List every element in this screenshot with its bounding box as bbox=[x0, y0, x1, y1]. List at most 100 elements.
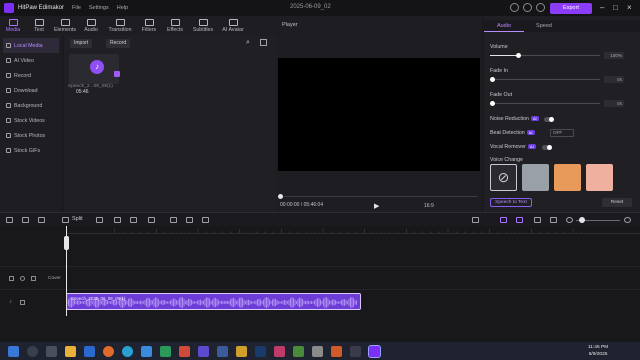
tab-elements[interactable]: Elements bbox=[52, 16, 78, 36]
record-button[interactable]: Record bbox=[106, 39, 131, 48]
volume-knob[interactable] bbox=[515, 53, 521, 58]
split-label[interactable]: Split bbox=[72, 216, 83, 222]
fade-out-value[interactable]: 0s bbox=[604, 100, 624, 107]
sidebar-item-stock-photos[interactable]: Stock Photos bbox=[3, 128, 59, 143]
store-icon[interactable] bbox=[141, 345, 152, 357]
marker-icon[interactable] bbox=[186, 217, 193, 223]
firefox-icon[interactable] bbox=[103, 345, 114, 357]
search-icon[interactable]: ⌕ bbox=[246, 39, 250, 47]
audio-track-mute-icon[interactable] bbox=[20, 300, 25, 305]
edimakor-taskbar-icon[interactable] bbox=[368, 344, 381, 358]
start-icon[interactable] bbox=[8, 345, 19, 357]
undo-icon[interactable] bbox=[6, 217, 13, 223]
player-progress-handle[interactable] bbox=[278, 194, 283, 199]
tab-audio[interactable]: Audio bbox=[78, 16, 104, 36]
close-icon[interactable]: × bbox=[627, 3, 632, 12]
tab-speed[interactable]: Speed bbox=[524, 20, 564, 32]
app-icon-1[interactable] bbox=[160, 345, 171, 357]
media-item[interactable]: ♪ 05:46 bbox=[69, 54, 120, 95]
track-icon[interactable] bbox=[534, 217, 541, 223]
fade-out-slider[interactable] bbox=[490, 101, 600, 106]
redo-icon[interactable] bbox=[22, 217, 29, 223]
playhead-handle[interactable] bbox=[64, 236, 69, 250]
import-button[interactable]: Import bbox=[70, 39, 93, 48]
cover-label[interactable]: Cover bbox=[48, 276, 61, 281]
zoom-in-icon[interactable] bbox=[624, 217, 631, 223]
play-icon[interactable]: ▶ bbox=[374, 202, 379, 210]
fit-icon[interactable] bbox=[550, 217, 557, 223]
minimize-icon[interactable]: – bbox=[600, 3, 604, 12]
link-icon[interactable] bbox=[516, 217, 523, 223]
grid-view-icon[interactable] bbox=[260, 39, 267, 46]
app-icon-10[interactable] bbox=[350, 345, 361, 357]
tab-ai-avatar[interactable]: AI Avatar bbox=[218, 16, 248, 36]
app-icon-6[interactable] bbox=[274, 345, 285, 357]
account-icon[interactable] bbox=[510, 3, 519, 12]
sidebar-item-stock-gifs[interactable]: Stock GIFs bbox=[3, 143, 59, 158]
sidebar-item-ai-video[interactable]: AI Video bbox=[3, 53, 59, 68]
voice-avatar-3[interactable] bbox=[586, 164, 613, 191]
sidebar-item-record[interactable]: Record bbox=[3, 68, 59, 83]
maximize-icon[interactable]: □ bbox=[613, 3, 618, 12]
tab-text[interactable]: Text bbox=[26, 16, 52, 36]
text-tool-icon[interactable] bbox=[170, 217, 177, 223]
scissors-icon[interactable] bbox=[62, 217, 69, 223]
task-view-icon[interactable] bbox=[46, 345, 57, 357]
menu-help[interactable]: Help bbox=[117, 5, 128, 11]
tab-effects[interactable]: Effects bbox=[162, 16, 188, 36]
file-explorer-icon[interactable] bbox=[65, 345, 76, 357]
fade-in-slider[interactable] bbox=[490, 77, 600, 82]
volume-slider[interactable] bbox=[490, 53, 600, 58]
edge-icon[interactable] bbox=[122, 345, 133, 357]
mirror-icon[interactable] bbox=[130, 217, 137, 223]
tab-transition[interactable]: Transition bbox=[104, 16, 136, 36]
app-icon-7[interactable] bbox=[293, 345, 304, 357]
noise-reduction-toggle[interactable] bbox=[544, 117, 554, 122]
reset-button[interactable]: Reset bbox=[602, 198, 632, 207]
app-icon-3[interactable] bbox=[198, 345, 209, 357]
voice-avatar-1[interactable] bbox=[522, 164, 549, 191]
sidebar-item-background[interactable]: Background bbox=[3, 98, 59, 113]
vocal-remover-toggle[interactable] bbox=[542, 145, 552, 150]
fade-in-knob[interactable] bbox=[490, 77, 495, 82]
sidebar-item-local-media[interactable]: Local Media bbox=[3, 38, 59, 53]
sidebar-item-stock-videos[interactable]: Stock Videos bbox=[3, 113, 59, 128]
zoom-out-icon[interactable] bbox=[566, 217, 573, 223]
app-icon-9[interactable] bbox=[331, 345, 342, 357]
mic-icon[interactable] bbox=[472, 217, 479, 223]
app-icon-5[interactable] bbox=[236, 345, 247, 357]
app-icon-8[interactable] bbox=[312, 345, 323, 357]
mail-icon[interactable] bbox=[84, 345, 95, 357]
track-mute-icon[interactable] bbox=[31, 276, 36, 281]
tab-media[interactable]: Media bbox=[0, 16, 26, 36]
fade-in-value[interactable]: 0s bbox=[604, 76, 624, 83]
aspect-ratio-select[interactable]: 16:9 bbox=[424, 203, 434, 209]
tab-subtitles[interactable]: Subtitles bbox=[188, 16, 218, 36]
tab-audio-settings[interactable]: Audio bbox=[484, 20, 524, 32]
voice-none-option[interactable]: ⊘ bbox=[490, 164, 517, 191]
tab-filters[interactable]: Filters bbox=[136, 16, 162, 36]
track-lock-icon[interactable] bbox=[9, 276, 14, 281]
delete-icon[interactable] bbox=[38, 217, 45, 223]
voice-avatar-2[interactable] bbox=[554, 164, 581, 191]
track-visibility-icon[interactable] bbox=[20, 276, 25, 281]
audio-clip[interactable]: Speech_2025_06_09_09(1) bbox=[66, 293, 361, 310]
crop-icon[interactable] bbox=[96, 217, 103, 223]
fade-out-knob[interactable] bbox=[490, 101, 495, 106]
player-progress[interactable] bbox=[280, 196, 478, 197]
snap-icon[interactable] bbox=[500, 217, 507, 223]
sidebar-item-download[interactable]: Download bbox=[3, 83, 59, 98]
preview-screen[interactable] bbox=[278, 58, 480, 171]
search-taskbar-icon[interactable] bbox=[27, 345, 38, 357]
app-icon-2[interactable] bbox=[179, 345, 190, 357]
gift-icon[interactable] bbox=[523, 3, 532, 12]
zoom-knob[interactable] bbox=[579, 217, 585, 223]
export-button[interactable]: Export bbox=[550, 3, 592, 14]
speech-to-text-button[interactable]: Speech to Text bbox=[490, 198, 532, 207]
photoshop-icon[interactable] bbox=[255, 345, 266, 357]
voiceover-icon[interactable] bbox=[202, 217, 209, 223]
settings-icon[interactable] bbox=[536, 3, 545, 12]
freeze-icon[interactable] bbox=[114, 217, 121, 223]
speed-icon[interactable] bbox=[148, 217, 155, 223]
menu-settings[interactable]: Settings bbox=[89, 5, 109, 11]
